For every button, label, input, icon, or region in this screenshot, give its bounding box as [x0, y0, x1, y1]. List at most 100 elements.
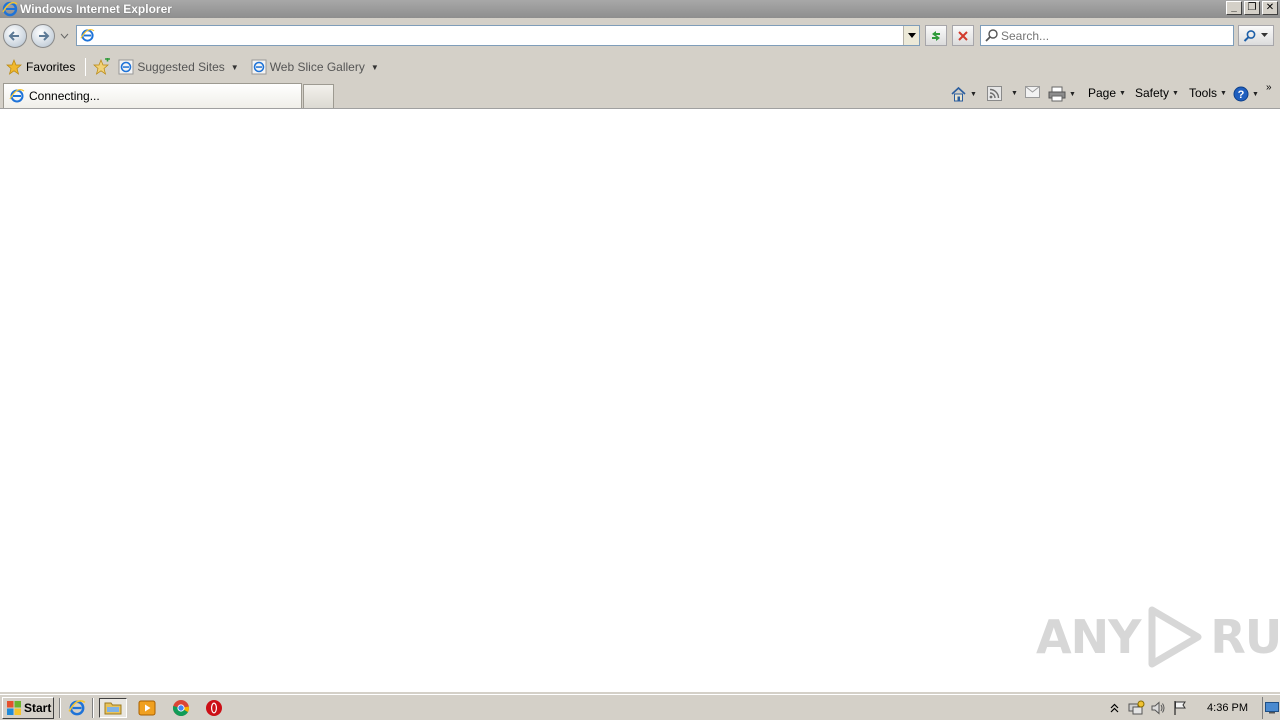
stop-icon [958, 30, 968, 41]
double-chevron-icon: » [1266, 82, 1272, 93]
forward-button[interactable] [31, 24, 55, 48]
feeds-button[interactable]: ▼ [987, 86, 1018, 101]
home-icon [951, 86, 966, 102]
favorites-button[interactable]: Favorites [4, 56, 77, 78]
address-bar[interactable] [76, 25, 920, 46]
svg-text:?: ? [1238, 89, 1245, 101]
back-button[interactable] [3, 24, 27, 48]
title-bar: Windows Internet Explorer _ ❐ ✕ [0, 0, 1280, 18]
refresh-button[interactable] [925, 25, 947, 46]
watermark-text-left: ANY [1036, 610, 1141, 664]
safety-menu[interactable]: Safety ▼ [1135, 86, 1179, 100]
tab-connecting[interactable]: Connecting... [3, 83, 302, 108]
show-hidden-icons-button[interactable] [1103, 698, 1125, 718]
chevron-down-icon: ▼ [1069, 90, 1076, 98]
divider [92, 698, 94, 718]
ie-page-icon [118, 59, 134, 75]
page-content [0, 108, 1280, 692]
printer-icon [1048, 86, 1066, 102]
history-dropdown-icon[interactable] [60, 33, 69, 39]
chevron-down-icon: ▼ [370, 62, 379, 72]
add-to-favorites-bar-button[interactable] [92, 57, 112, 77]
show-desktop-button[interactable] [1262, 697, 1280, 719]
help-button[interactable]: ? ▼ [1233, 86, 1259, 102]
media-player-icon [138, 700, 156, 716]
home-button[interactable]: ▼ [950, 86, 977, 102]
taskbar-chrome-button[interactable] [170, 698, 192, 718]
suggested-sites-label: Suggested Sites [137, 60, 225, 74]
rss-feed-icon [987, 86, 1002, 101]
close-button[interactable]: ✕ [1262, 1, 1278, 15]
chevron-down-icon: ▼ [1011, 90, 1018, 97]
read-mail-button[interactable] [1025, 86, 1040, 98]
back-arrow-icon [8, 31, 19, 41]
system-tray: 4:36 PM [1103, 697, 1280, 719]
ie-icon [68, 700, 86, 716]
taskbar: Start 4:36 PM [0, 694, 1280, 720]
refresh-icon [932, 30, 940, 41]
taskbar-opera-button[interactable] [203, 698, 225, 718]
print-button[interactable]: ▼ [1048, 86, 1076, 102]
window-controls: _ ❐ ✕ [1226, 1, 1278, 15]
help-icon: ? [1233, 86, 1249, 102]
ie-logo-icon [2, 1, 18, 17]
divider [85, 58, 87, 76]
opera-icon [206, 700, 222, 716]
chevron-down-icon: ▼ [1252, 90, 1259, 98]
watermark-text-right: RUN [1210, 610, 1280, 664]
window-title: Windows Internet Explorer [20, 2, 172, 16]
chevron-down-icon: ▼ [1119, 89, 1126, 97]
new-tab-button[interactable] [303, 84, 334, 108]
chevron-down-icon: ▼ [970, 90, 977, 98]
desktop-icon [1264, 702, 1279, 714]
action-center-tray-button[interactable] [1169, 698, 1191, 718]
chevron-up-icon [1110, 703, 1118, 713]
ie-logo-icon [9, 89, 25, 103]
speaker-icon [1151, 701, 1165, 715]
restore-button[interactable]: ❐ [1244, 1, 1260, 15]
page-menu[interactable]: Page ▼ [1088, 86, 1126, 100]
search-button[interactable] [1238, 25, 1274, 46]
taskbar-ie-button[interactable] [66, 698, 88, 718]
flag-icon [1174, 701, 1186, 715]
chevron-down-icon [1261, 33, 1268, 37]
divider [59, 698, 61, 718]
page-menu-label: Page [1088, 86, 1117, 100]
search-box[interactable] [980, 25, 1234, 46]
favorites-label: Favorites [26, 60, 76, 74]
anyrun-watermark: ANY RUN [1036, 606, 1280, 668]
mail-icon [1025, 86, 1040, 98]
taskbar-media-player-button[interactable] [136, 698, 158, 718]
web-slice-gallery-label: Web Slice Gallery [269, 60, 365, 74]
web-slice-gallery-link[interactable]: Web Slice Gallery ▼ [251, 59, 379, 75]
ie-page-icon [80, 28, 95, 42]
tools-menu[interactable]: Tools ▼ [1189, 86, 1227, 100]
chevron-down-icon: ▼ [1220, 89, 1227, 97]
search-provider-icon [985, 29, 998, 42]
address-dropdown-button[interactable] [903, 26, 919, 45]
safety-menu-label: Safety [1135, 86, 1170, 100]
chevron-down-icon: ▼ [1172, 89, 1179, 97]
search-input[interactable] [1001, 27, 1229, 44]
minimize-button[interactable]: _ [1226, 1, 1242, 15]
chevron-down-icon: ▼ [230, 62, 239, 72]
folder-icon [104, 702, 122, 715]
forward-arrow-icon [39, 31, 50, 41]
stop-button[interactable] [952, 25, 974, 46]
start-button[interactable]: Start [2, 697, 54, 719]
address-input[interactable] [99, 27, 899, 44]
suggested-sites-link[interactable]: Suggested Sites ▼ [118, 59, 239, 75]
windows-logo-icon [7, 701, 21, 715]
tab-row: Connecting... ▼ ▼ ▼ Page ▼ Safety ▼ Tool… [0, 80, 1280, 108]
ie-page-icon [251, 59, 267, 75]
toolbar-overflow-button[interactable]: » [1266, 82, 1272, 93]
tab-label: Connecting... [29, 89, 100, 103]
tools-menu-label: Tools [1189, 86, 1218, 100]
clock[interactable]: 4:36 PM [1207, 702, 1248, 714]
navigation-bar [0, 18, 1280, 54]
network-tray-button[interactable] [1125, 698, 1147, 718]
volume-tray-button[interactable] [1147, 698, 1169, 718]
chevron-down-icon [907, 33, 916, 38]
star-icon [6, 59, 22, 75]
taskbar-explorer-button[interactable] [99, 698, 127, 718]
